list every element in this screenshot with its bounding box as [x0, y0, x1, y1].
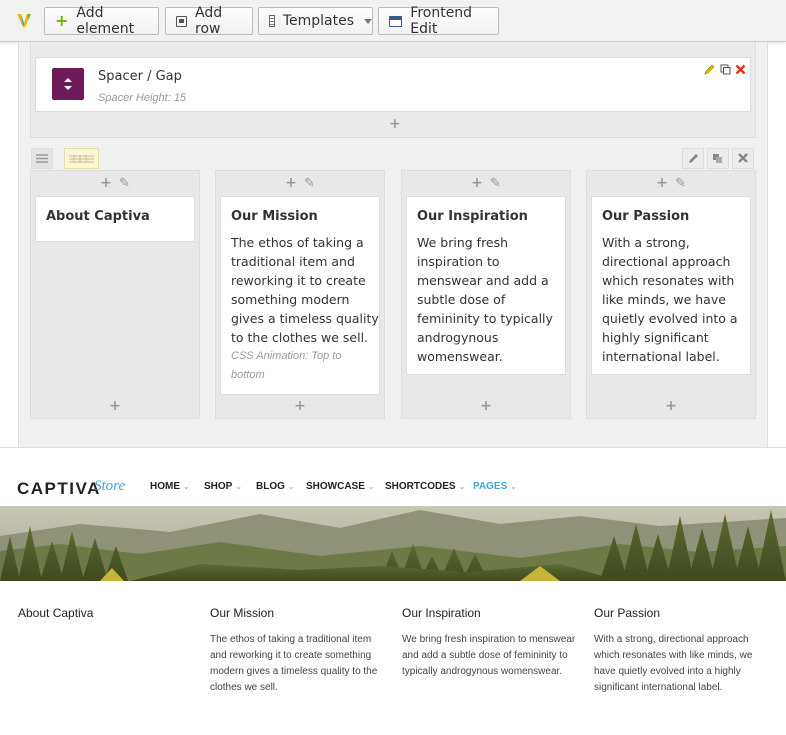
section-body: We bring fresh inspiration to menswear a… [402, 634, 576, 677]
card-title: Our Mission [231, 209, 318, 224]
card-title: Our Passion [602, 209, 690, 224]
pencil-icon[interactable] [704, 64, 715, 75]
visual-composer-logo-icon[interactable] [15, 11, 33, 29]
template-icon [269, 15, 275, 27]
composer-toolbar: + Add element Add row Templates Frontend… [0, 0, 786, 42]
header-banner-image [0, 506, 786, 581]
add-to-column-icon[interactable]: + [31, 398, 199, 414]
nav-label: PAGES [473, 481, 508, 492]
nav-blog[interactable]: BLOG ⌄ [256, 481, 295, 492]
spacer-icon [52, 68, 84, 100]
add-row-label: Add row [195, 5, 223, 37]
copy-icon[interactable] [720, 64, 731, 75]
section-title: Our Mission [210, 606, 275, 620]
column-1: + ✎ About Captiva + [30, 170, 200, 419]
section-title: Our Passion [594, 606, 661, 620]
spacer-element[interactable]: Spacer / Gap Spacer Height: 15 [35, 57, 751, 112]
text-block[interactable]: Our Inspiration We bring fresh inspirati… [406, 196, 566, 375]
row-clone-button[interactable] [707, 148, 729, 169]
nav-shop[interactable]: SHOP ⌄ [204, 481, 242, 492]
column-4: + ✎ Our Passion With a strong, direction… [586, 170, 756, 419]
frontend-edit-label: Frontend Edit [410, 5, 473, 37]
row-edit-button[interactable] [682, 148, 704, 169]
section-body: With a strong, directional approach whic… [594, 634, 753, 693]
add-to-column-icon[interactable]: + [402, 398, 570, 414]
nav-label: BLOG [256, 481, 285, 492]
row-drag-handle[interactable] [31, 148, 53, 169]
spacer-height-text: Spacer Height: 15 [98, 92, 187, 104]
nav-label: SHOWCASE [306, 481, 365, 492]
chevron-down-icon: ⌄ [458, 482, 466, 491]
card-body: We bring fresh inspiration to menswear a… [417, 235, 553, 364]
nav-home[interactable]: HOME ⌄ [150, 481, 190, 492]
frontend-edit-button[interactable]: Frontend Edit [378, 5, 499, 37]
add-element-label: Add element [76, 5, 135, 37]
column-controls: + ✎ [216, 175, 384, 191]
plus-icon[interactable]: + [285, 175, 297, 191]
column-3: + ✎ Our Inspiration We bring fresh inspi… [401, 170, 571, 419]
section-body: The ethos of taking a traditional item a… [210, 634, 378, 693]
plus-icon[interactable]: + [656, 175, 668, 191]
copy-icon [713, 154, 722, 163]
column-controls: + ✎ [31, 175, 199, 191]
card-body: With a strong, directional approach whic… [602, 235, 738, 364]
add-row-button[interactable]: Add row [165, 5, 253, 37]
pencil-icon[interactable]: ✎ [119, 175, 130, 190]
nav-shortcodes[interactable]: SHORTCODES ⌄ [385, 481, 465, 492]
text-block[interactable]: About Captiva [35, 196, 195, 242]
row-icon [176, 15, 187, 27]
site-logo[interactable]: CAPTIVA [17, 479, 101, 499]
nav-label: SHORTCODES [385, 481, 456, 492]
frontend-edit-icon [389, 15, 403, 27]
plus-icon: + [55, 11, 69, 30]
plus-icon[interactable]: + [100, 175, 112, 191]
text-block[interactable]: Our Passion With a strong, directional a… [591, 196, 751, 375]
pencil-icon[interactable]: ✎ [490, 175, 501, 190]
plus-icon[interactable]: + [471, 175, 483, 191]
nav-pages[interactable]: PAGES ⌄ [473, 481, 517, 492]
chevron-down-icon: ⌄ [235, 482, 243, 491]
nav-label: SHOP [204, 481, 233, 492]
templates-button[interactable]: Templates [258, 7, 373, 35]
column-controls: + ✎ [587, 175, 755, 191]
card-title: About Captiva [46, 209, 150, 224]
row-delete-button[interactable] [732, 148, 754, 169]
nav-label: HOME [150, 481, 180, 492]
templates-label: Templates [282, 13, 354, 29]
column-2: + ✎ Our Mission The ethos of taking a tr… [215, 170, 385, 419]
pencil-icon [689, 154, 698, 163]
pencil-icon[interactable]: ✎ [675, 175, 686, 190]
add-element-to-row-icon[interactable]: + [389, 116, 401, 132]
card-body: The ethos of taking a traditional item a… [231, 235, 379, 345]
spacer-title: Spacer / Gap [98, 69, 182, 84]
chevron-down-icon: ⌄ [510, 482, 517, 491]
add-element-button[interactable]: + Add element [44, 5, 159, 37]
add-to-column-icon[interactable]: + [587, 398, 755, 414]
nav-showcase[interactable]: SHOWCASE ⌄ [306, 481, 375, 492]
text-block[interactable]: Our Mission The ethos of taking a tradit… [220, 196, 380, 395]
close-icon [738, 153, 748, 163]
row-layout-button[interactable] [64, 148, 99, 169]
section-title: Our Inspiration [402, 606, 481, 620]
chevron-down-icon: ⌄ [183, 482, 190, 491]
section-title: About Captiva [18, 606, 94, 620]
column-controls: + ✎ [402, 175, 570, 191]
close-icon[interactable] [735, 64, 746, 75]
add-to-column-icon[interactable]: + [216, 398, 384, 414]
pencil-icon[interactable]: ✎ [304, 175, 315, 190]
chevron-down-icon [364, 18, 372, 24]
card-title: Our Inspiration [417, 209, 528, 224]
chevron-down-icon: ⌄ [287, 482, 295, 491]
chevron-down-icon: ⌄ [367, 482, 375, 491]
site-logo-store: Store [94, 478, 126, 494]
css-animation-note: CSS Animation: Top to bottom [231, 350, 342, 381]
